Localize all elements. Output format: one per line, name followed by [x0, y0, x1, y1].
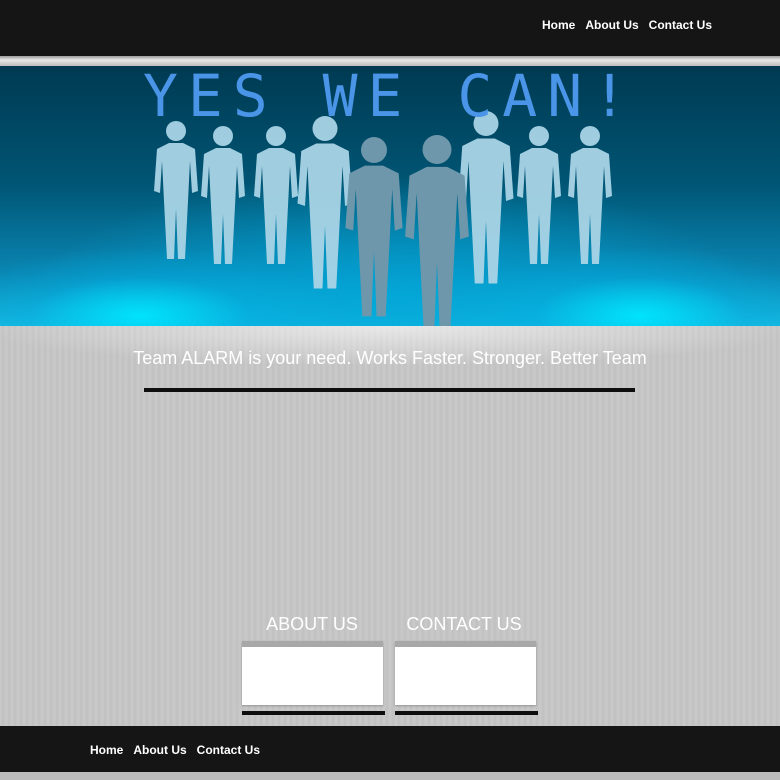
contact-us-underline: [395, 711, 538, 715]
nav-about-link[interactable]: About Us: [585, 18, 638, 32]
content-panel: [0, 326, 780, 726]
about-us-box[interactable]: [242, 641, 383, 705]
hero-banner: YES WE CAN!: [0, 66, 780, 326]
footer-strip: [0, 772, 780, 780]
about-us-heading: ABOUT US: [266, 614, 358, 634]
about-us-underline: [242, 711, 385, 715]
hero-title: YES WE CAN!: [142, 66, 638, 130]
nav-contact-link[interactable]: Contact Us: [649, 18, 712, 32]
footer-about-link[interactable]: About Us: [133, 743, 186, 757]
footer-nav: Home About Us Contact Us: [90, 743, 260, 757]
top-nav: Home About Us Contact Us: [542, 18, 712, 32]
tagline: Team ALARM is your need. Works Faster. S…: [133, 348, 647, 368]
footer-home-link[interactable]: Home: [90, 743, 123, 757]
footer-contact-link[interactable]: Contact Us: [197, 743, 260, 757]
nav-home-link[interactable]: Home: [542, 18, 575, 32]
contact-us-box[interactable]: [395, 641, 536, 705]
contact-us-heading: CONTACT US: [406, 614, 522, 634]
tagline-divider: [144, 388, 635, 392]
header-separator: [0, 56, 780, 66]
